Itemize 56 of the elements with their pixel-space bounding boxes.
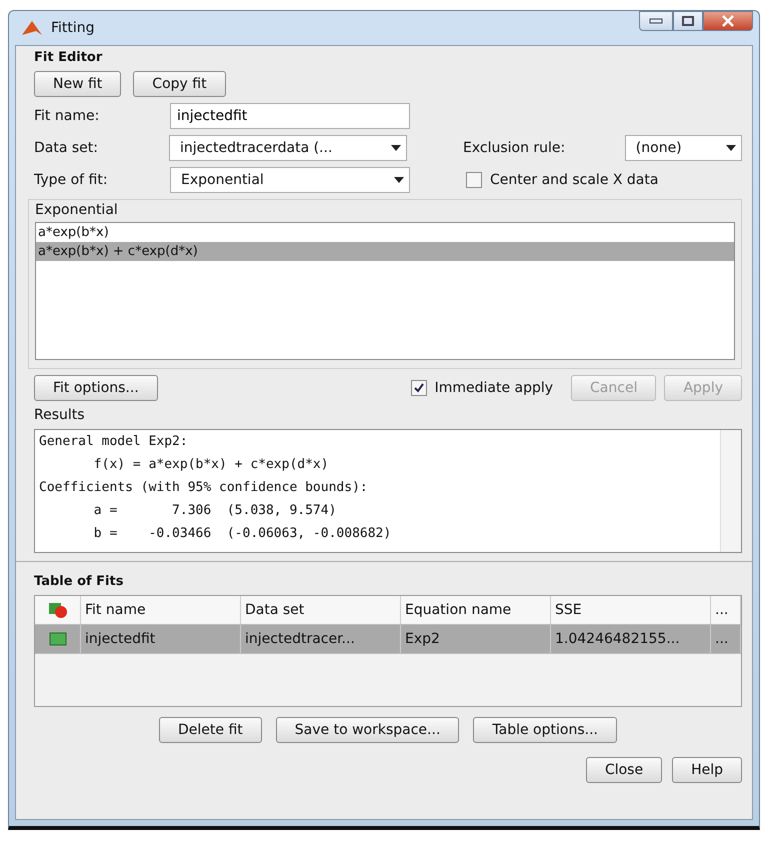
table-cell: ... <box>711 625 741 653</box>
table-row[interactable]: injectedfit injectedtracer... Exp2 1.04246482155... ... <box>35 625 741 654</box>
results-line: b = -0.03466 (-0.06063, -0.008682) <box>92 525 392 543</box>
table-cell: injectedfit <box>81 625 241 653</box>
minimize-icon <box>649 18 663 24</box>
field-label: Type of fit: <box>34 172 109 188</box>
fit-type-dropdown[interactable]: Exponential <box>170 167 410 193</box>
footer-button[interactable]: Help <box>672 757 742 783</box>
footer-button[interactable]: Close <box>586 757 662 783</box>
equation-item[interactable]: a*exp(b*x) <box>36 223 734 242</box>
checkbox[interactable] <box>466 172 482 188</box>
field-label: Exclusion rule: <box>462 140 566 156</box>
table-button[interactable]: Delete fit <box>159 717 262 743</box>
fit-button[interactable]: Copy fit <box>133 71 226 97</box>
dropdown-caret-icon <box>393 176 405 184</box>
fit-status-icon <box>48 602 68 618</box>
dropdown-caret-icon <box>725 144 738 152</box>
app-logo-icon <box>21 19 43 37</box>
checkbox[interactable] <box>410 380 427 396</box>
column-header[interactable]: Fit name <box>81 596 241 624</box>
field-label: Data set: <box>34 140 99 156</box>
table-button[interactable]: Save to workspace... <box>276 717 460 743</box>
data-set-dropdown[interactable]: injectedtracerdata (... <box>169 135 408 161</box>
table-button[interactable]: Table options... <box>473 717 617 743</box>
results-label: Results <box>34 407 86 423</box>
scrollbar[interactable] <box>720 430 741 552</box>
window-title: Fitting <box>51 20 96 36</box>
fit-name-field[interactable]: injectedfit <box>170 103 410 129</box>
section-title: Fit Editor <box>34 50 104 65</box>
maximize-icon <box>682 16 694 26</box>
close-button[interactable] <box>703 11 753 31</box>
group-title: Exponential <box>35 202 119 218</box>
fit-button[interactable]: New fit <box>34 71 122 97</box>
dropdown-caret-icon <box>390 144 402 152</box>
section-title: Table of Fits <box>34 574 124 589</box>
column-header[interactable]: SSE <box>551 596 711 624</box>
exclusion-rule-dropdown[interactable]: (none) <box>624 135 742 161</box>
results-line: f(x) = a*exp(b*x) + c*exp(d*x) <box>92 456 330 474</box>
equation-item[interactable]: a*exp(b*x) + c*exp(d*x) <box>36 242 734 261</box>
field-label: Fit name: <box>34 108 100 124</box>
minimize-button[interactable] <box>639 11 673 31</box>
checkbox-label: Center and scale X data <box>490 172 658 188</box>
column-header[interactable]: Equation name <box>401 596 551 624</box>
close-icon <box>721 15 735 27</box>
results-line: Coefficients (with 95% confidence bounds): <box>39 479 369 497</box>
table-cell: Exp2 <box>401 625 551 653</box>
results-line: General model Exp2: <box>39 433 189 451</box>
fit-options-button[interactable]: Fit options... <box>34 375 158 401</box>
column-header[interactable]: ... <box>711 596 741 624</box>
table-cell: 1.04246482155... <box>551 625 711 653</box>
checkbox-label: Immediate apply <box>434 380 554 396</box>
fit-plot-icon <box>48 632 66 646</box>
column-header[interactable]: Data set <box>241 596 401 624</box>
results-line: a = 7.306 (5.038, 9.574) <box>92 502 338 520</box>
table-cell: injectedtracer... <box>241 625 401 653</box>
maximize-button[interactable] <box>673 11 703 31</box>
